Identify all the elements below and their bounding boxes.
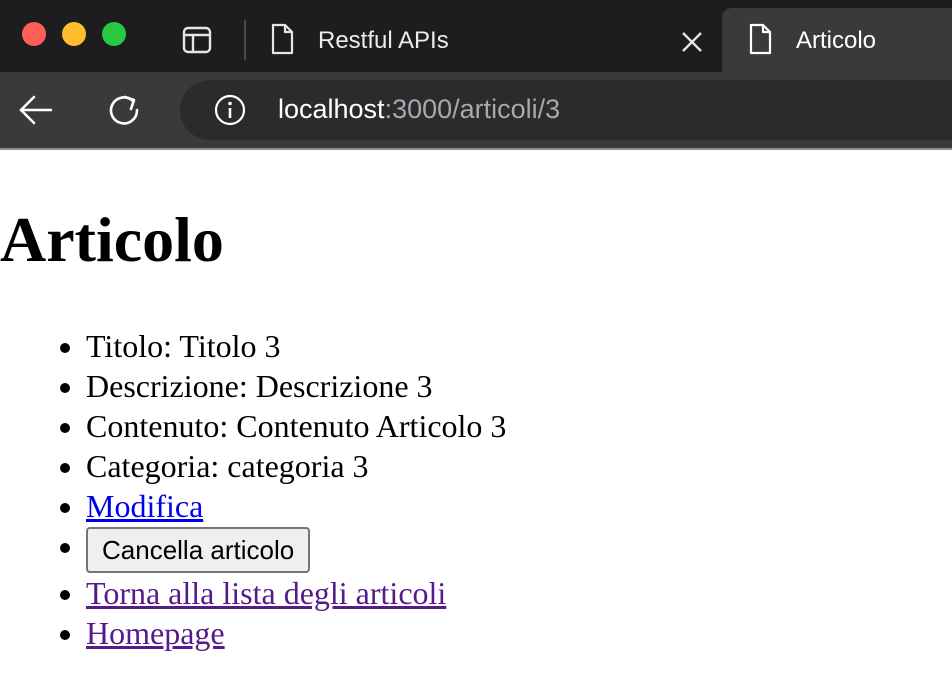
close-icon[interactable] (680, 30, 704, 54)
list-item-descrizione: Descrizione: Descrizione 3 (86, 366, 506, 406)
url-text[interactable]: localhost:3000/articoli/3 (278, 94, 560, 125)
tab-restful-apis[interactable]: Restful APIs (252, 8, 722, 72)
close-window-button[interactable] (22, 22, 46, 46)
document-icon (270, 23, 294, 55)
homepage-link[interactable]: Homepage (86, 615, 225, 651)
article-details-list: Titolo: Titolo 3 Descrizione: Descrizion… (0, 326, 506, 653)
list-item-titolo: Titolo: Titolo 3 (86, 326, 506, 366)
list-item-contenuto: Contenuto: Contenuto Articolo 3 (86, 406, 506, 446)
edit-link[interactable]: Modifica (86, 488, 203, 524)
back-arrow-icon[interactable] (18, 92, 54, 128)
delete-article-button[interactable]: Cancella articolo (86, 527, 311, 573)
address-bar[interactable]: localhost:3000/articoli/3 (180, 80, 952, 140)
tab-articolo[interactable]: Articolo (722, 8, 952, 72)
reload-icon[interactable] (106, 92, 142, 128)
list-item-categoria: Categoria: categoria 3 (86, 446, 506, 486)
zoom-window-button[interactable] (102, 22, 126, 46)
document-icon (748, 23, 772, 55)
minimize-window-button[interactable] (62, 22, 86, 46)
list-item-delete: Cancella articolo (86, 526, 506, 573)
tab-label: Articolo (796, 27, 877, 54)
tab-bar: Restful APIs Articolo (0, 0, 952, 72)
tab-label: Restful APIs (318, 27, 449, 54)
url-path: :3000/articoli/3 (384, 94, 561, 124)
browser-chrome: Restful APIs Articolo localhost:3000/art… (0, 0, 952, 150)
list-item-back: Torna alla lista degli articoli (86, 573, 506, 613)
address-toolbar: localhost:3000/articoli/3 (0, 72, 952, 148)
url-host: localhost (278, 94, 385, 124)
list-item-edit: Modifica (86, 486, 506, 526)
page-title: Articolo (0, 204, 224, 275)
list-item-home: Homepage (86, 613, 506, 653)
back-to-list-link[interactable]: Torna alla lista degli articoli (86, 575, 446, 611)
divider (0, 148, 952, 150)
sidebar-icon[interactable] (182, 26, 212, 54)
info-icon[interactable] (214, 94, 246, 126)
tab-separator (244, 20, 246, 60)
